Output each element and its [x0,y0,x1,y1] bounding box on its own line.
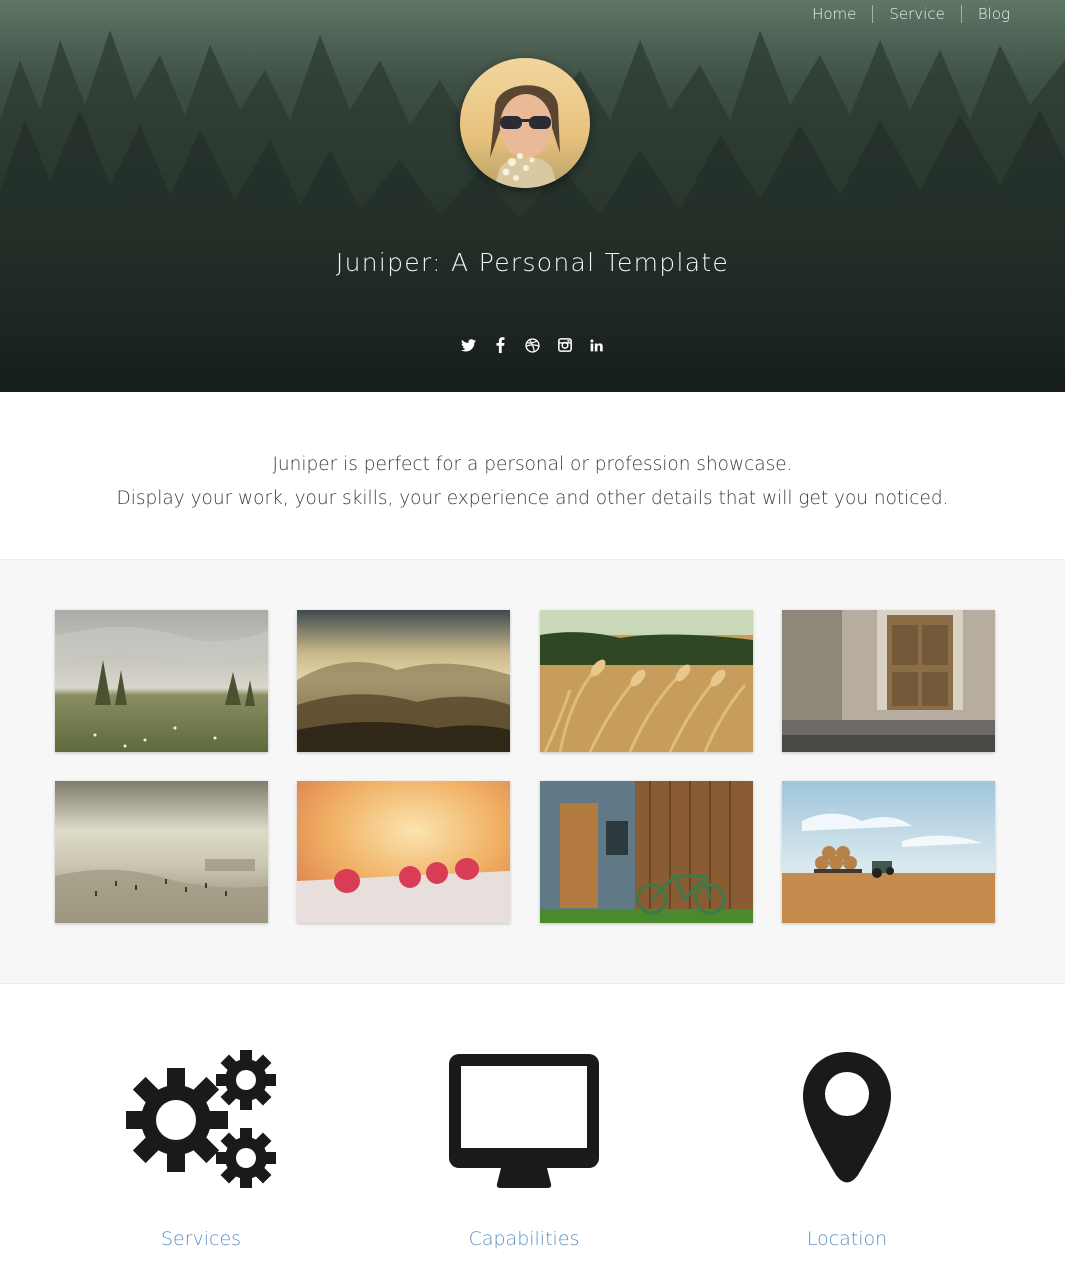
gallery-thumb-raspberries[interactable] [297,781,510,923]
top-nav: Home Service Blog [796,4,1010,24]
instagram-icon[interactable] [557,336,573,354]
nav-home-link[interactable]: Home [796,4,872,24]
social-links [0,336,1065,354]
gallery-thumb-hay-bales[interactable] [782,781,995,923]
nav-blog-link[interactable]: Blog [962,4,1010,24]
gears-icon [71,1050,331,1190]
intro-line-1: Juniper is perfect for a personal or pro… [272,454,793,475]
services-link[interactable]: Services [71,1228,331,1250]
gallery-thumb-hazy-beach[interactable] [55,781,268,923]
gallery-thumb-wooden-shed[interactable] [540,781,753,923]
capabilities-link[interactable]: Capabilities [394,1228,654,1250]
facebook-icon[interactable] [493,336,509,354]
dribbble-icon[interactable] [525,336,541,354]
linkedin-icon[interactable] [589,336,605,354]
nav-service-link[interactable]: Service [873,4,960,24]
gallery-thumb-old-door[interactable] [782,610,995,752]
intro-section: Juniper is perfect for a personal or pro… [0,392,1065,560]
features-section: Services Capabilities Location [0,984,1065,1270]
location-link[interactable]: Location [717,1228,977,1250]
page-title: Juniper: A Personal Template [335,248,730,277]
map-pin-icon [717,1050,977,1190]
gallery-thumb-wheat-field[interactable] [540,610,753,752]
gallery-thumb-moorland-trees[interactable] [55,610,268,752]
photo-gallery [0,560,1065,984]
gallery-thumb-misty-hills[interactable] [297,610,510,752]
intro-line-2: Display your work, your skills, your exp… [116,488,949,509]
twitter-icon[interactable] [461,336,477,354]
desktop-icon [394,1050,654,1190]
profile-avatar [460,58,590,188]
avatar-photo [460,58,590,188]
hero-banner: Home Service Blog Juniper: A Personal Te… [0,0,1065,392]
